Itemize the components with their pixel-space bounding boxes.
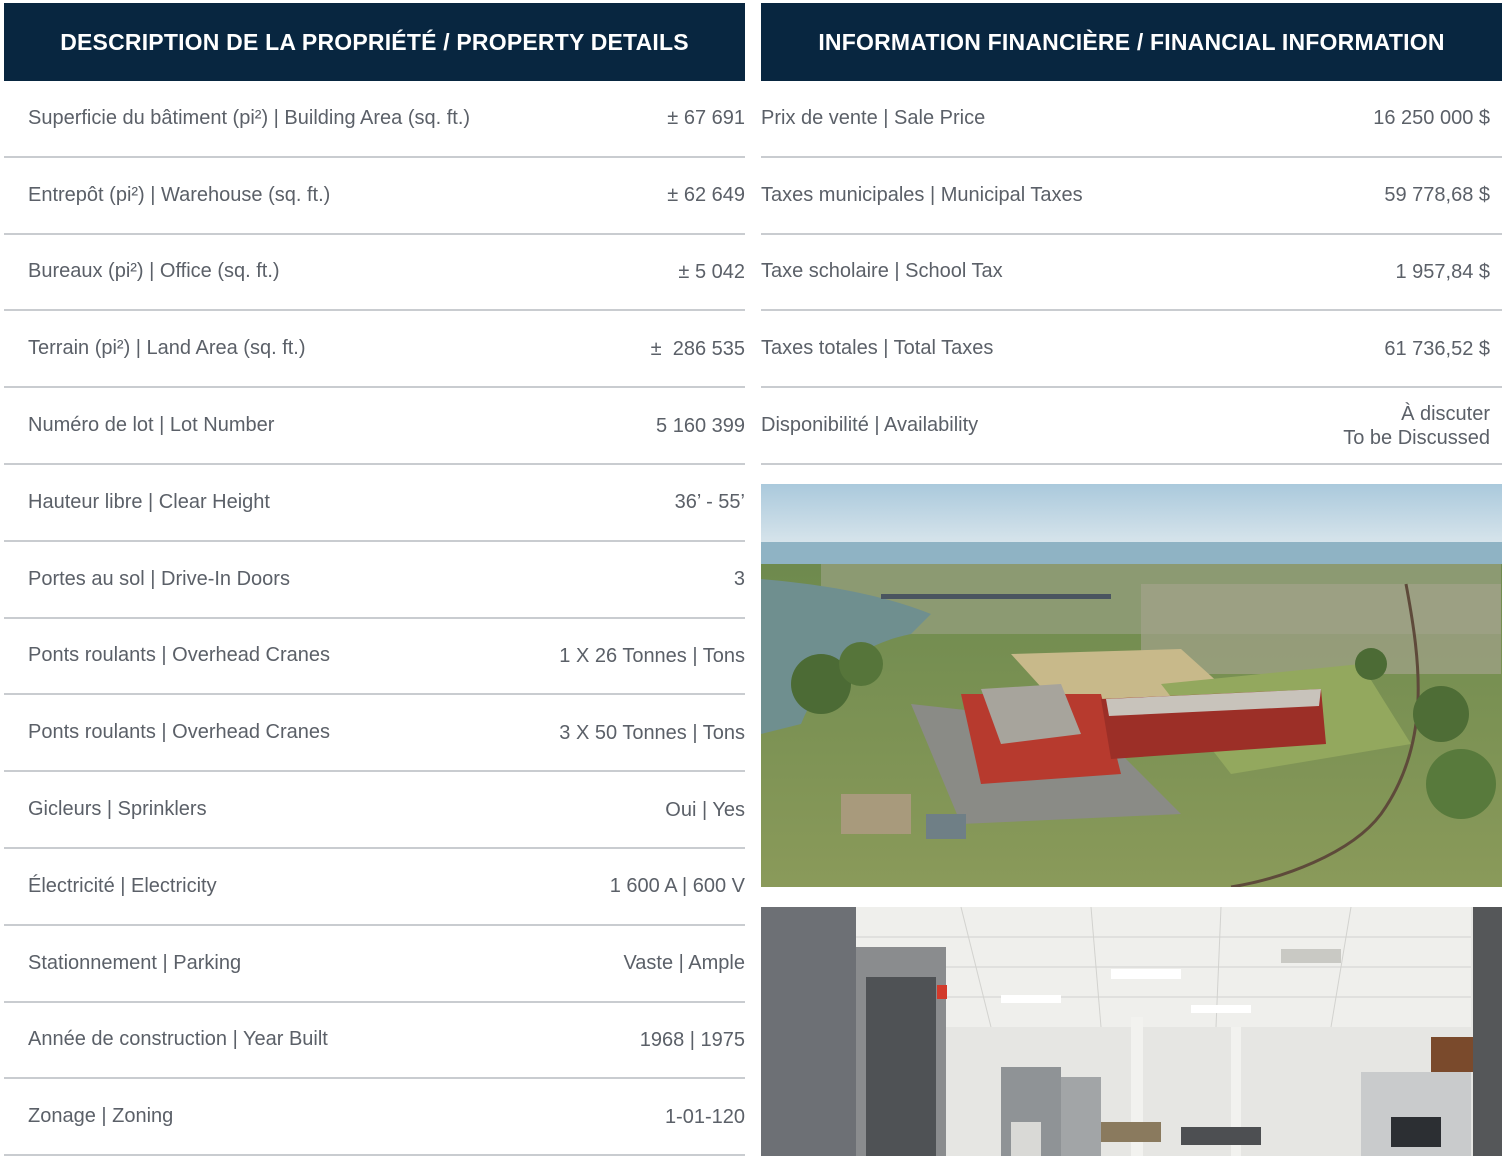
row-label: Ponts roulants | Overhead Cranes	[28, 721, 331, 744]
table-row: Gicleurs | Sprinklers Oui | Yes	[4, 772, 745, 849]
aerial-site-photo	[761, 484, 1502, 887]
row-label: Entrepôt (pi²) | Warehouse (sq. ft.)	[28, 183, 331, 206]
row-label: Taxes totales | Total Taxes	[761, 337, 994, 360]
row-value: ± 286 535	[650, 337, 745, 360]
table-row: Prix de vente | Sale Price 16 250 000 $	[761, 81, 1502, 158]
office-interior-photo	[761, 907, 1502, 1156]
row-value-multiline: À discuter To be Discussed	[1343, 402, 1490, 450]
table-row: Portes au sol | Drive-In Doors 3	[4, 542, 745, 619]
financial-information-panel: INFORMATION FINANCIÈRE / FINANCIAL INFOR…	[761, 0, 1502, 1156]
row-value: 1968 | 1975	[639, 1028, 745, 1051]
row-value-line1: À discuter	[1401, 402, 1490, 425]
table-row: Ponts roulants | Overhead Cranes 1 X 26 T…	[4, 619, 745, 696]
row-label: Ponts roulants | Overhead Cranes	[28, 644, 331, 667]
property-details-table: Superficie du bâtiment (pi²) | Building …	[4, 81, 745, 1156]
row-value-line2: To be Discussed	[1343, 426, 1490, 449]
row-value: 1 957,84 $	[1395, 260, 1490, 283]
table-row: Année de construction | Year Built 1968 |…	[4, 1003, 745, 1080]
table-row: Hauteur libre | Clear Height 36’ - 55’	[4, 465, 745, 542]
row-value: 36’ - 55’	[674, 491, 745, 514]
table-row: Zonage | Zoning 1-01-120	[4, 1079, 745, 1156]
row-label: Année de construction | Year Built	[28, 1028, 328, 1051]
table-row: Terrain (pi²) | Land Area (sq. ft.) ± 286…	[4, 311, 745, 389]
row-value: Vaste | Ample	[623, 952, 745, 975]
row-label: Électricité | Electricity	[28, 874, 217, 897]
row-label: Prix de vente | Sale Price	[761, 106, 986, 129]
table-row: Disponibilité | Availability À discuter To…	[761, 388, 1502, 465]
row-value: 59 778,68 $	[1384, 184, 1490, 207]
table-row: Taxe scholaire | School Tax 1 957,84 $	[761, 235, 1502, 312]
row-value: Oui | Yes	[665, 798, 745, 821]
table-row: Ponts roulants | Overhead Cranes 3 X 50 T…	[4, 695, 745, 773]
table-row: Électricité | Electricity 1 600 A | 600 V	[4, 849, 745, 926]
row-label: Taxe scholaire | School Tax	[761, 260, 1003, 283]
financial-information-header: INFORMATION FINANCIÈRE / FINANCIAL INFOR…	[761, 3, 1502, 81]
table-row: Superficie du bâtiment (pi²) | Building …	[4, 81, 745, 158]
property-details-header: DESCRIPTION DE LA PROPRIÉTÉ / PROPERTY D…	[4, 3, 745, 81]
table-row: Stationnement | Parking Vaste | Ample	[4, 926, 745, 1003]
row-value: ± 62 649	[667, 184, 745, 207]
row-label: Zonage | Zoning	[28, 1105, 174, 1128]
row-value: 1 600 A | 600 V	[609, 875, 745, 898]
row-value: 61 736,52 $	[1384, 337, 1490, 360]
table-row: Taxes totales | Total Taxes 61 736,52 $	[761, 311, 1502, 389]
row-label: Numéro de lot | Lot Number	[28, 414, 275, 437]
row-label: Disponibilité | Availability	[761, 414, 979, 437]
row-value: 1 X 26 Tonnes | Tons	[559, 644, 745, 667]
row-value: 3	[733, 568, 745, 591]
property-details-panel: DESCRIPTION DE LA PROPRIÉTÉ / PROPERTY D…	[4, 0, 745, 1156]
row-label: Portes au sol | Drive-In Doors	[28, 567, 290, 590]
row-value: 5 160 399	[656, 414, 745, 437]
table-row: Numéro de lot | Lot Number 5 160 399	[4, 388, 745, 465]
row-label: Gicleurs | Sprinklers	[28, 798, 207, 821]
row-label: Stationnement | Parking	[28, 951, 242, 974]
row-value: ± 67 691	[667, 107, 745, 130]
table-row: Bureaux (pi²) | Office (sq. ft.) ± 5 042	[4, 235, 745, 312]
row-label: Taxes municipales | Municipal Taxes	[761, 183, 1083, 206]
table-row: Entrepôt (pi²) | Warehouse (sq. ft.) ± 62…	[4, 158, 745, 235]
row-value: 3 X 50 Tonnes | Tons	[559, 721, 745, 744]
table-row: Taxes municipales | Municipal Taxes 59 77…	[761, 158, 1502, 235]
row-label: Terrain (pi²) | Land Area (sq. ft.)	[28, 337, 306, 360]
financial-information-table: Prix de vente | Sale Price 16 250 000 $ T…	[761, 81, 1502, 465]
row-label: Hauteur libre | Clear Height	[28, 490, 270, 513]
row-value: ± 5 042	[678, 260, 745, 283]
row-value: 1-01-120	[664, 1105, 745, 1128]
row-label: Bureaux (pi²) | Office (sq. ft.)	[28, 260, 280, 283]
row-value: 16 250 000 $	[1373, 107, 1490, 130]
row-label: Superficie du bâtiment (pi²) | Building …	[28, 106, 471, 129]
